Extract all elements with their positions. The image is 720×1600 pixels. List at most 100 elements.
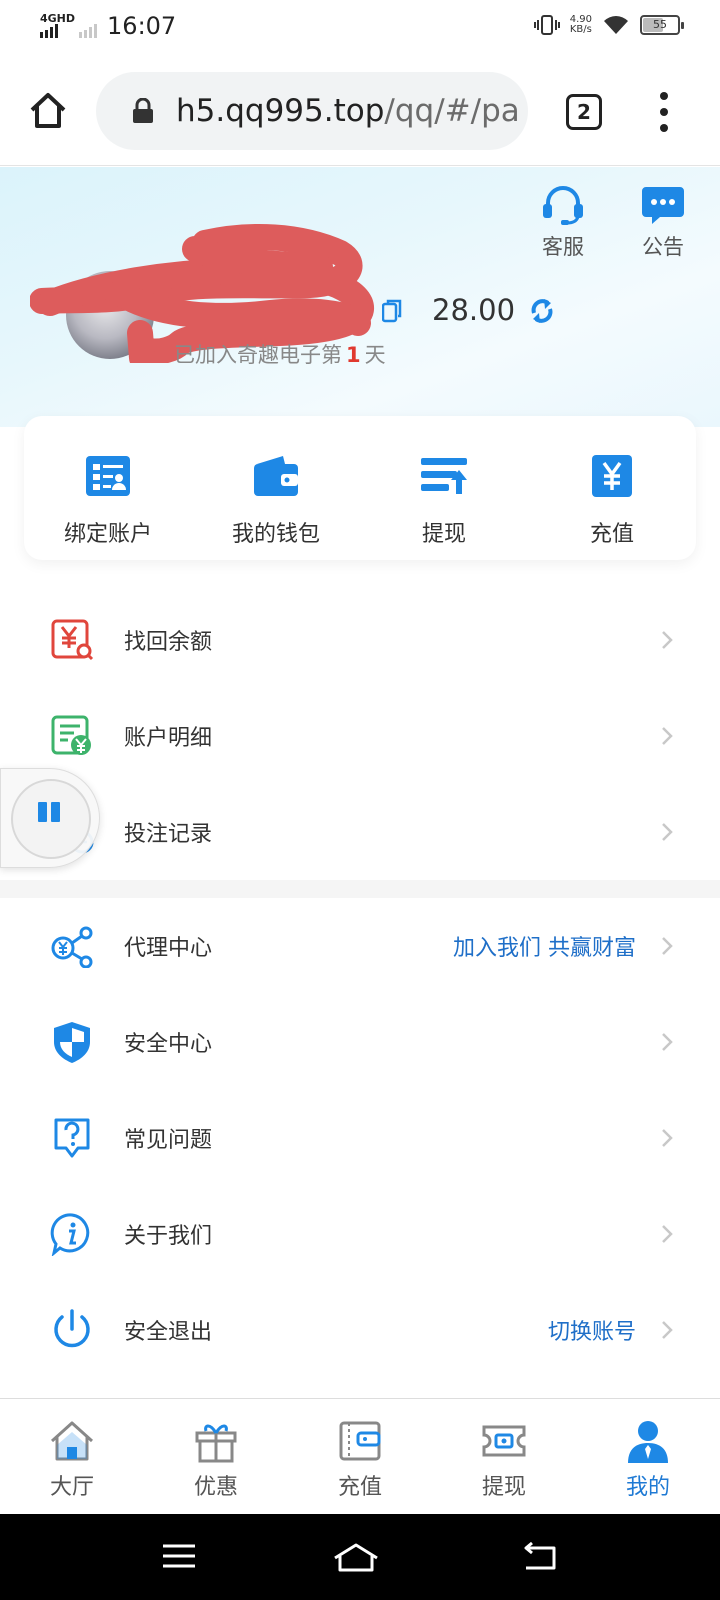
tab-lobby[interactable]: 大厅 [0,1399,144,1514]
chevron-right-icon [662,1225,673,1243]
speed-unit: KB/s [569,24,592,35]
joined-days-count: 1 [346,343,361,367]
announcement-label: 公告 [642,235,684,259]
bottom-tab-bar: 大厅 优惠 充值 提现 我的 [0,1398,720,1514]
chat-bubble-icon [642,187,684,224]
question-icon [54,1118,90,1158]
quick-actions-card: 绑定账户 我的钱包 提现 充值 [24,416,696,560]
menu-label-about-us: 关于我们 [124,1224,213,1249]
menu-label-security-center: 安全中心 [124,1032,213,1057]
battery-level: 55 [653,18,667,31]
url-text: h5.qq995.top/qq/#/pa [176,93,520,129]
chevron-right-icon [662,1129,673,1147]
recharge-wallet-icon [339,1421,381,1461]
tab-mine[interactable]: 我的 [576,1399,720,1514]
chevron-right-icon [662,823,673,841]
customer-service-label: 客服 [542,235,584,259]
chevron-right-icon [662,1033,673,1051]
vibrate-icon [533,15,560,35]
wifi-icon [604,16,628,34]
agent-icon [51,926,93,968]
battery-icon: 55 [640,15,684,35]
menu-item-recover-balance[interactable]: 找回余额 [0,592,720,688]
bind-account-label: 绑定账户 [63,522,152,547]
joined-prefix: 已加入奇趣电子第 [174,343,342,367]
chevron-right-icon [662,727,673,745]
floating-assistant-button[interactable] [0,768,100,868]
account-detail-icon [51,715,91,755]
menu-label-account-detail: 账户明细 [124,726,213,751]
menu-group-account: 代理中心 加入我们 共赢财富 安全中心 常见问题 关于我们 安全退出 切换账号 [0,898,720,1378]
recover-balance-icon [51,619,94,661]
browser-toolbar: h5.qq995.top/qq/#/pa 2 [0,56,720,166]
menu-label-logout: 安全退出 [124,1320,213,1345]
chevron-right-icon [662,937,673,955]
menu-label-agent-center: 代理中心 [124,936,213,961]
chevron-right-icon [662,631,673,649]
info-icon [50,1213,90,1256]
gift-icon [195,1424,237,1463]
refresh-icon[interactable] [528,297,556,325]
network-indicator: 4GHD [40,12,98,38]
system-home-icon[interactable] [332,1542,380,1572]
network-type: 4GHD [40,12,76,25]
tab-label-promotions: 优惠 [193,1475,238,1500]
tab-label-withdraw: 提现 [481,1475,526,1500]
switch-account-link[interactable]: 切换账号 [548,1314,636,1346]
bind-account-button[interactable]: 绑定账户 [24,416,192,560]
address-bar[interactable]: h5.qq995.top/qq/#/pa [96,72,528,150]
tab-promotions[interactable]: 优惠 [144,1399,288,1514]
tab-withdraw[interactable]: 提现 [432,1399,576,1514]
menu-label-faq: 常见问题 [124,1128,213,1153]
chevron-right-icon [662,1321,673,1339]
status-bar: 4GHD 16:07 4.90 KB/s 55 [0,0,720,56]
url-host: h5.qq995.top [176,93,385,129]
menu-label-recover-balance: 找回余额 [124,630,213,655]
menu-label-bet-record: 投注记录 [124,822,213,847]
announcement-button[interactable]: 公告 [628,185,698,261]
signal-icon [40,24,58,38]
home-icon [50,1421,94,1461]
bind-account-icon [86,456,130,496]
browser-menu-icon[interactable] [652,92,676,132]
menu-item-faq[interactable]: 常见问题 [0,1090,720,1186]
system-navigation-bar [0,1514,720,1600]
browser-home-icon[interactable] [26,88,70,132]
recent-apps-icon[interactable] [162,1542,196,1570]
tab-switcher-button[interactable]: 2 [566,94,602,130]
floating-pause-icon [11,779,91,859]
withdraw-icon [421,458,467,494]
menu-item-security-center[interactable]: 安全中心 [0,994,720,1090]
user-icon [628,1421,668,1463]
tab-recharge[interactable]: 充值 [288,1399,432,1514]
headset-icon [543,186,583,225]
menu-item-account-detail[interactable]: 账户明细 [0,688,720,784]
recharge-button[interactable]: 充值 [528,416,696,560]
menu-item-agent-center[interactable]: 代理中心 加入我们 共赢财富 [0,898,720,994]
copy-icon[interactable] [382,299,402,323]
recharge-label: 充值 [589,522,634,547]
wallet-button[interactable]: 我的钱包 [192,416,360,560]
power-icon [54,1309,90,1348]
withdraw-button[interactable]: 提现 [360,416,528,560]
customer-service-button[interactable]: 客服 [528,185,598,261]
url-path: /qq/#/pa [384,93,520,129]
wallet-icon [254,456,298,496]
tab-label-mine: 我的 [625,1475,670,1500]
menu-group-funds: 找回余额 账户明细 投注记录 [0,592,720,880]
withdraw-label: 提现 [421,522,466,547]
profile-header: 客服 公告 28.00 已加入奇趣电子第 1 天 [0,167,720,427]
menu-item-about-us[interactable]: 关于我们 [0,1186,720,1282]
joined-days-text: 已加入奇趣电子第 1 天 [174,339,386,369]
menu-item-bet-record[interactable]: 投注记录 [0,784,720,880]
joined-suffix: 天 [364,343,386,367]
menu-item-logout[interactable]: 安全退出 切换账号 [0,1282,720,1378]
back-icon[interactable] [520,1542,560,1572]
agent-center-slogan: 加入我们 共赢财富 [453,936,636,961]
network-speed: 4.90 KB/s [570,15,592,35]
withdraw-ticket-icon [482,1425,526,1457]
wallet-label: 我的钱包 [231,522,320,547]
tab-label-lobby: 大厅 [49,1475,94,1500]
status-time: 16:07 [107,12,177,40]
signal-secondary-icon [79,24,98,38]
